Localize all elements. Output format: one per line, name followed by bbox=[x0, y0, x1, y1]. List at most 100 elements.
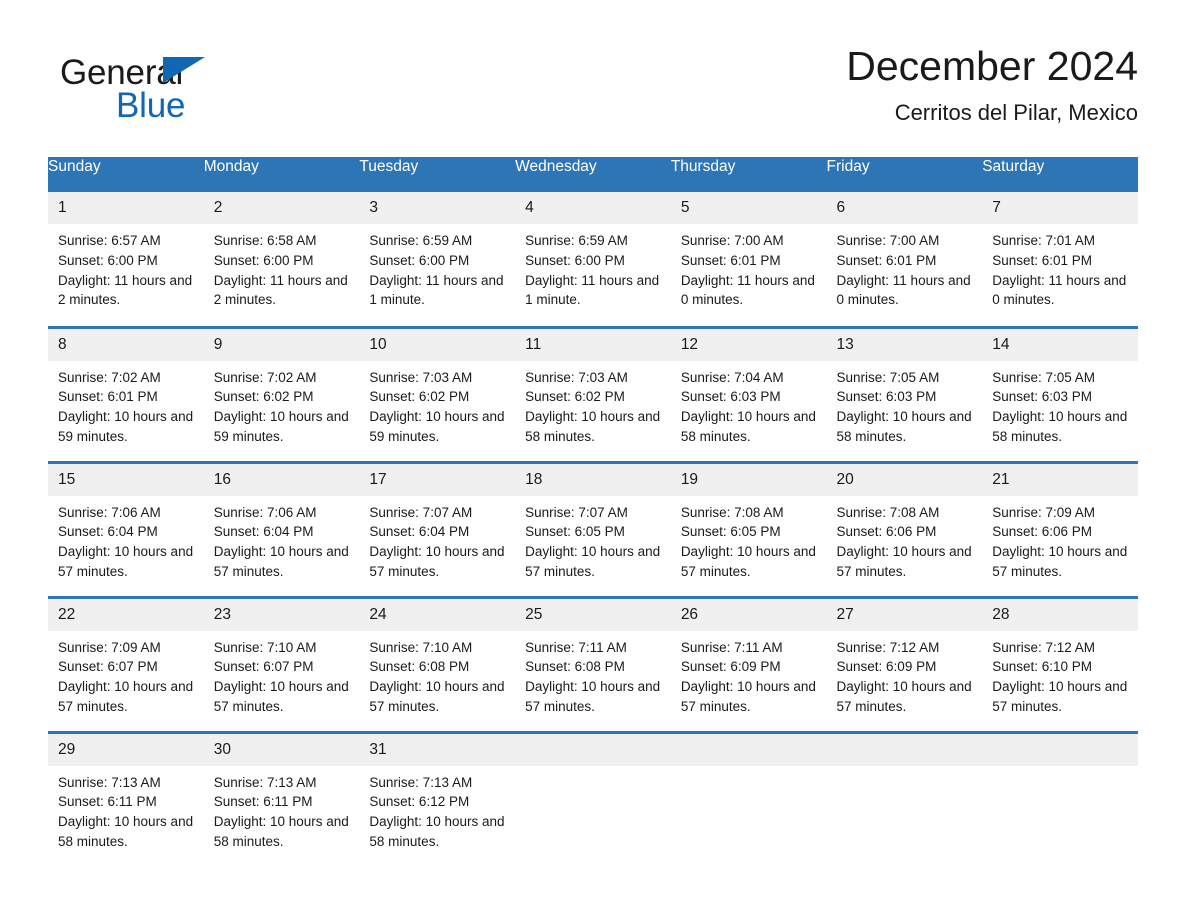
day-number: 23 bbox=[203, 598, 360, 631]
day-number: 24 bbox=[359, 598, 516, 631]
day-number: 28 bbox=[982, 598, 1138, 631]
sunset-text: Sunset: 6:04 PM bbox=[369, 524, 470, 540]
daylight-text: Daylight: 11 hours and 1 minute. bbox=[525, 272, 660, 308]
day-details: Sunrise: 7:00 AM Sunset: 6:01 PM Daylight:… bbox=[671, 224, 827, 310]
sunset-text: Sunset: 6:02 PM bbox=[213, 389, 314, 405]
day-number bbox=[982, 733, 1138, 766]
sunrise-text: Sunrise: 7:10 AM bbox=[213, 639, 317, 655]
sunrise-text: Sunrise: 7:12 AM bbox=[836, 639, 940, 655]
day-details: Sunrise: 7:03 AM Sunset: 6:02 PM Daylight:… bbox=[359, 361, 515, 447]
sunset-text: Sunset: 6:07 PM bbox=[58, 659, 158, 675]
day-cell[interactable]: 2 Sunrise: 6:58 AM Sunset: 6:00 PM Daylight… bbox=[203, 192, 360, 327]
day-number: 19 bbox=[670, 463, 827, 496]
day-cell[interactable]: 5 Sunrise: 7:00 AM Sunset: 6:01 PM Daylight… bbox=[670, 192, 827, 327]
day-details: Sunrise: 6:59 AM Sunset: 6:00 PM Daylight:… bbox=[515, 224, 671, 310]
weekday-header-sunday: Sunday bbox=[48, 157, 204, 192]
day-cell[interactable]: 16 Sunrise: 7:06 AM Sunset: 6:04 PM Dayligh… bbox=[203, 460, 360, 597]
day-cell[interactable]: 21 Sunrise: 7:09 AM Sunset: 6:06 PM Dayligh… bbox=[982, 460, 1138, 597]
day-details: Sunrise: 6:58 AM Sunset: 6:00 PM Daylight:… bbox=[204, 224, 360, 310]
daylight-text: Daylight: 10 hours and 57 minutes. bbox=[680, 679, 816, 714]
sunset-text: Sunset: 6:00 PM bbox=[213, 252, 314, 268]
day-number: 14 bbox=[982, 328, 1138, 361]
sunrise-text: Sunrise: 7:06 AM bbox=[213, 504, 317, 520]
day-cell[interactable]: 24 Sunrise: 7:10 AM Sunset: 6:08 PM Dayligh… bbox=[359, 595, 516, 732]
day-details: Sunrise: 7:11 AM Sunset: 6:08 PM Daylight:… bbox=[515, 631, 671, 717]
day-details bbox=[982, 766, 1138, 773]
day-details: Sunrise: 7:03 AM Sunset: 6:02 PM Daylight:… bbox=[515, 361, 671, 447]
day-cell[interactable]: 10 Sunrise: 7:03 AM Sunset: 6:02 PM Dayligh… bbox=[359, 325, 516, 462]
day-cell[interactable]: 17 Sunrise: 7:07 AM Sunset: 6:04 PM Dayligh… bbox=[359, 460, 516, 597]
day-cell[interactable]: 18 Sunrise: 7:07 AM Sunset: 6:05 PM Dayligh… bbox=[515, 460, 671, 597]
sunrise-text: Sunrise: 7:02 AM bbox=[213, 369, 317, 385]
sunset-text: Sunset: 6:04 PM bbox=[213, 524, 314, 540]
day-number: 7 bbox=[982, 192, 1138, 224]
sunrise-text: Sunrise: 7:13 AM bbox=[58, 774, 161, 790]
day-number: 5 bbox=[670, 192, 827, 224]
day-cell[interactable]: 8 Sunrise: 7:02 AM Sunset: 6:01 PM Daylight… bbox=[48, 325, 204, 462]
day-cell[interactable]: 25 Sunrise: 7:11 AM Sunset: 6:08 PM Dayligh… bbox=[515, 595, 671, 732]
weekday-header-monday: Monday bbox=[203, 157, 360, 192]
day-details: Sunrise: 7:01 AM Sunset: 6:01 PM Daylight:… bbox=[982, 224, 1138, 310]
day-cell[interactable]: 30 Sunrise: 7:13 AM Sunset: 6:11 PM Dayligh… bbox=[203, 730, 360, 867]
day-cell[interactable]: 11 Sunrise: 7:03 AM Sunset: 6:02 PM Dayligh… bbox=[515, 325, 671, 462]
sunset-text: Sunset: 6:06 PM bbox=[992, 524, 1093, 540]
day-number: 17 bbox=[359, 463, 516, 496]
daylight-text: Daylight: 10 hours and 58 minutes. bbox=[992, 409, 1128, 444]
sunset-text: Sunset: 6:02 PM bbox=[369, 389, 470, 405]
sunrise-text: Sunrise: 7:01 AM bbox=[992, 233, 1096, 248]
sunset-text: Sunset: 6:03 PM bbox=[992, 389, 1093, 405]
day-number: 15 bbox=[48, 463, 204, 496]
day-cell[interactable]: 27 Sunrise: 7:12 AM Sunset: 6:09 PM Dayligh… bbox=[826, 595, 983, 732]
day-cell[interactable]: 26 Sunrise: 7:11 AM Sunset: 6:09 PM Dayligh… bbox=[670, 595, 827, 732]
day-cell-empty bbox=[670, 730, 827, 867]
day-details: Sunrise: 7:12 AM Sunset: 6:10 PM Daylight:… bbox=[982, 631, 1138, 717]
sunset-text: Sunset: 6:04 PM bbox=[58, 524, 158, 540]
day-cell[interactable]: 7 Sunrise: 7:01 AM Sunset: 6:01 PM Daylight… bbox=[982, 192, 1138, 327]
day-cell[interactable]: 15 Sunrise: 7:06 AM Sunset: 6:04 PM Dayligh… bbox=[48, 460, 204, 597]
sunset-text: Sunset: 6:11 PM bbox=[213, 794, 313, 810]
day-number: 25 bbox=[515, 598, 671, 631]
day-cell[interactable]: 14 Sunrise: 7:05 AM Sunset: 6:03 PM Dayligh… bbox=[982, 325, 1138, 462]
calendar-week-row: 1 Sunrise: 6:57 AM Sunset: 6:00 PM Daylight… bbox=[48, 192, 1138, 327]
sunset-text: Sunset: 6:05 PM bbox=[680, 524, 781, 540]
sunset-text: Sunset: 6:09 PM bbox=[836, 659, 937, 675]
day-cell[interactable]: 3 Sunrise: 6:59 AM Sunset: 6:00 PM Daylight… bbox=[359, 192, 516, 327]
day-cell-empty bbox=[515, 730, 671, 867]
title-block: December 2024 Cerritos del Pilar, Mexico bbox=[846, 40, 1138, 128]
day-cell[interactable]: 4 Sunrise: 6:59 AM Sunset: 6:00 PM Daylight… bbox=[515, 192, 671, 327]
day-cell[interactable]: 9 Sunrise: 7:02 AM Sunset: 6:02 PM Daylight… bbox=[203, 325, 360, 462]
sunset-text: Sunset: 6:08 PM bbox=[369, 659, 470, 675]
sunset-text: Sunset: 6:01 PM bbox=[58, 389, 158, 405]
day-details: Sunrise: 6:59 AM Sunset: 6:00 PM Daylight:… bbox=[359, 224, 515, 310]
day-cell[interactable]: 31 Sunrise: 7:13 AM Sunset: 6:12 PM Dayligh… bbox=[359, 730, 516, 867]
day-cell[interactable]: 19 Sunrise: 7:08 AM Sunset: 6:05 PM Dayligh… bbox=[670, 460, 827, 597]
day-number: 1 bbox=[48, 192, 204, 224]
day-cell[interactable]: 28 Sunrise: 7:12 AM Sunset: 6:10 PM Dayligh… bbox=[982, 595, 1138, 732]
day-details bbox=[827, 766, 983, 773]
day-cell[interactable]: 6 Sunrise: 7:00 AM Sunset: 6:01 PM Daylight… bbox=[826, 192, 983, 327]
day-cell[interactable]: 20 Sunrise: 7:08 AM Sunset: 6:06 PM Dayligh… bbox=[826, 460, 983, 597]
day-number: 3 bbox=[359, 192, 516, 224]
day-number: 2 bbox=[203, 192, 360, 224]
day-cell[interactable]: 13 Sunrise: 7:05 AM Sunset: 6:03 PM Dayligh… bbox=[826, 325, 983, 462]
day-details: Sunrise: 7:06 AM Sunset: 6:04 PM Daylight:… bbox=[48, 496, 204, 582]
calendar-page: General Blue December 2024 Cerritos del … bbox=[0, 0, 1188, 918]
day-details: Sunrise: 6:57 AM Sunset: 6:00 PM Daylight:… bbox=[48, 224, 204, 310]
sunrise-text: Sunrise: 7:09 AM bbox=[992, 504, 1096, 520]
daylight-text: Daylight: 10 hours and 57 minutes. bbox=[525, 544, 661, 579]
daylight-text: Daylight: 11 hours and 0 minutes. bbox=[836, 272, 971, 308]
day-cell[interactable]: 29 Sunrise: 7:13 AM Sunset: 6:11 PM Dayligh… bbox=[48, 730, 204, 867]
day-number: 22 bbox=[48, 598, 204, 631]
day-details: Sunrise: 7:08 AM Sunset: 6:05 PM Daylight:… bbox=[671, 496, 827, 582]
daylight-text: Daylight: 10 hours and 57 minutes. bbox=[525, 679, 661, 714]
day-cell[interactable]: 23 Sunrise: 7:10 AM Sunset: 6:07 PM Dayligh… bbox=[203, 595, 360, 732]
day-cell[interactable]: 12 Sunrise: 7:04 AM Sunset: 6:03 PM Dayligh… bbox=[670, 325, 827, 462]
sunrise-text: Sunrise: 7:11 AM bbox=[680, 639, 783, 655]
day-number: 4 bbox=[515, 192, 671, 224]
general-blue-logo[interactable]: General Blue bbox=[60, 52, 320, 138]
sunrise-text: Sunrise: 7:03 AM bbox=[369, 369, 473, 385]
sunset-text: Sunset: 6:03 PM bbox=[836, 389, 937, 405]
daylight-text: Daylight: 10 hours and 57 minutes. bbox=[836, 679, 972, 714]
day-cell[interactable]: 22 Sunrise: 7:09 AM Sunset: 6:07 PM Dayligh… bbox=[48, 595, 204, 732]
day-cell[interactable]: 1 Sunrise: 6:57 AM Sunset: 6:00 PM Daylight… bbox=[48, 192, 204, 327]
